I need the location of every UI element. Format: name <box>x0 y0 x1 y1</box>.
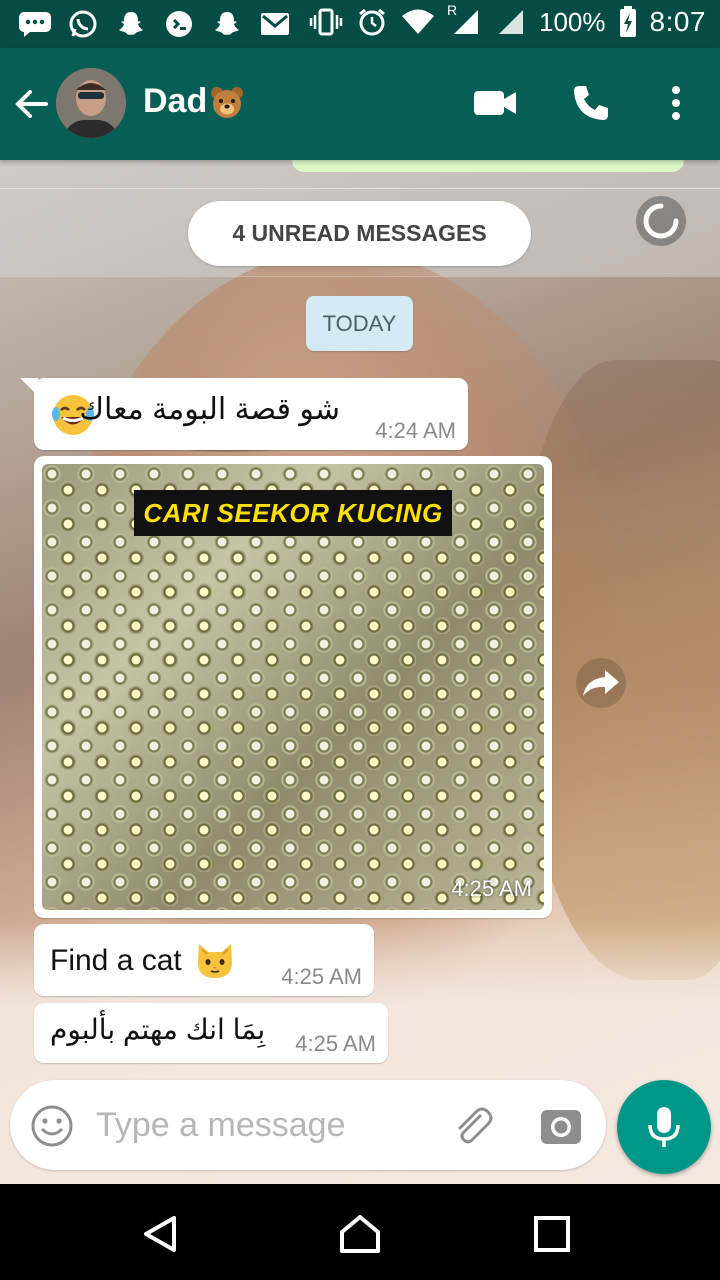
message-time: 4:25 AM <box>281 964 362 989</box>
contact-name[interactable]: Dad <box>143 82 245 121</box>
nav-recents-icon[interactable] <box>530 1212 574 1256</box>
snapchat-icon <box>114 8 148 40</box>
back-arrow-icon[interactable] <box>12 84 52 124</box>
clock: 8:07 <box>649 6 706 37</box>
message-text: بِمَا انك مهتم بألبوم <box>50 1014 266 1045</box>
nav-back-icon[interactable] <box>138 1212 182 1256</box>
nav-home-icon[interactable] <box>338 1212 382 1256</box>
wifi-icon <box>401 6 435 38</box>
message-bubble[interactable]: شو قصة البومة معاك 4:24 AM <box>34 378 468 450</box>
message-text: شو قصة البومة معاك <box>79 393 340 426</box>
message-time: 4:25 AM <box>295 1031 376 1056</box>
forward-icon[interactable] <box>576 658 626 708</box>
alarm-icon <box>355 6 389 38</box>
more-vert-icon[interactable] <box>651 78 701 128</box>
mic-button[interactable] <box>617 1080 711 1174</box>
loading-spinner-icon <box>636 196 686 246</box>
message-text: Find a cat <box>50 944 182 977</box>
message-time: 4:25 AM <box>451 876 532 901</box>
message-time: 4:24 AM <box>375 418 456 443</box>
signal-roaming-icon: R <box>447 2 481 38</box>
message-composer <box>10 1080 606 1170</box>
image-banner: CARI SEEKOR KUCING <box>134 490 452 536</box>
avatar[interactable] <box>56 68 126 138</box>
status-bar: R 100% 8:07 <box>0 0 720 48</box>
snapchat-icon-2 <box>210 8 244 40</box>
chat-header: Dad <box>0 48 720 160</box>
previous-outgoing-bubble[interactable] <box>292 160 684 172</box>
cat-face-emoji-icon <box>197 944 232 978</box>
camera-icon[interactable] <box>540 1106 582 1146</box>
unread-messages-banner: 4 UNREAD MESSAGES <box>188 201 531 266</box>
whatsapp-icon <box>66 8 100 40</box>
message-bubble[interactable]: بِمَا انك مهتم بألبوم 4:25 AM <box>34 1003 388 1063</box>
video-call-icon[interactable] <box>470 78 520 128</box>
emoji-icon[interactable] <box>30 1104 74 1148</box>
image-message-bubble[interactable]: CARI SEEKOR KUCING 4:25 AM <box>34 456 552 918</box>
message-bubble[interactable]: Find a cat 4:25 AM <box>34 924 374 996</box>
phone-icon[interactable] <box>566 78 616 128</box>
owls-image[interactable]: CARI SEEKOR KUCING <box>42 464 544 910</box>
signal-icon <box>493 6 527 38</box>
mic-icon <box>648 1107 680 1147</box>
battery-charging-icon <box>618 6 638 38</box>
message-input[interactable] <box>96 1100 416 1150</box>
bear-face-emoji-icon <box>211 86 244 118</box>
app-notification-icon <box>162 8 196 40</box>
vibrate-icon <box>309 6 343 38</box>
attachment-icon[interactable] <box>450 1104 496 1150</box>
date-chip: TODAY <box>306 296 413 351</box>
system-nav-bar <box>0 1184 720 1280</box>
battery-percent: 100% <box>539 6 606 37</box>
message-notification-icon <box>18 8 52 40</box>
chat-area[interactable]: 4 UNREAD MESSAGES TODAY شو قصة البومة مع… <box>0 160 720 1184</box>
gmail-icon <box>258 8 292 40</box>
